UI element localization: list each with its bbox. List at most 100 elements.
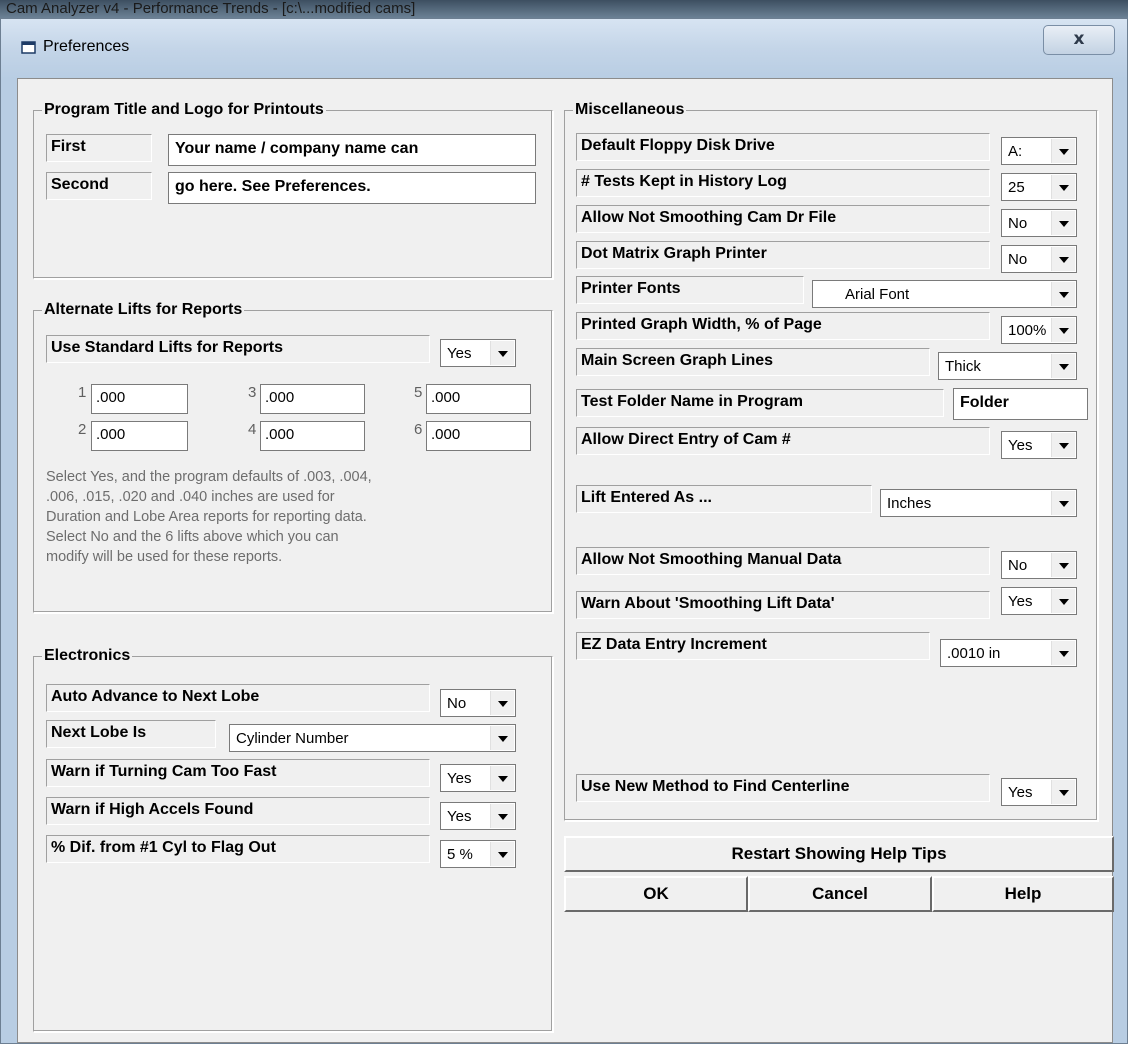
pct-dif-label: % Dif. from #1 Cyl to Flag Out bbox=[46, 835, 430, 863]
second-title-input[interactable]: go here. See Preferences. bbox=[168, 172, 536, 204]
chevron-down-icon[interactable] bbox=[1051, 211, 1075, 235]
chevron-down-icon[interactable] bbox=[1051, 354, 1075, 378]
alternate-lifts-note: Select Yes, and the program defaults of … bbox=[46, 467, 541, 567]
graph-width-label: Printed Graph Width, % of Page bbox=[576, 312, 990, 340]
warn-smoothing-dropdown[interactable]: Yes bbox=[1001, 587, 1077, 615]
chevron-down-icon[interactable] bbox=[490, 691, 514, 715]
chevron-down-icon[interactable] bbox=[1051, 433, 1075, 457]
lift-6-input[interactable]: .000 bbox=[426, 421, 531, 451]
restart-help-tips-button[interactable]: Restart Showing Help Tips bbox=[564, 836, 1114, 872]
centerline-label: Use New Method to Find Centerline bbox=[576, 774, 990, 802]
note-line: Duration and Lobe Area reports for repor… bbox=[46, 509, 367, 525]
pct-dif-dropdown[interactable]: 5 % bbox=[440, 840, 516, 868]
use-standard-lifts-dropdown[interactable]: Yes bbox=[440, 339, 516, 367]
chevron-down-icon[interactable] bbox=[490, 726, 514, 750]
chevron-down-icon[interactable] bbox=[490, 804, 514, 828]
chevron-down-icon[interactable] bbox=[1051, 553, 1075, 577]
lift-6-number: 6 bbox=[414, 421, 423, 438]
chevron-down-icon[interactable] bbox=[1051, 491, 1075, 515]
chevron-down-icon[interactable] bbox=[1051, 589, 1075, 613]
lift-4-input[interactable]: .000 bbox=[260, 421, 365, 451]
lift-1-input[interactable]: .000 bbox=[91, 384, 188, 414]
title-bar[interactable]: Preferences x bbox=[1, 19, 1127, 71]
test-folder-label: Test Folder Name in Program bbox=[576, 389, 944, 417]
lift-5-number: 5 bbox=[414, 384, 423, 401]
lift-5-input[interactable]: .000 bbox=[426, 384, 531, 414]
note-line: .006, .015, .020 and .040 inches are use… bbox=[46, 489, 335, 505]
lift-3-input[interactable]: .000 bbox=[260, 384, 365, 414]
cancel-button[interactable]: Cancel bbox=[748, 876, 932, 912]
warn-turning-value: Yes bbox=[447, 770, 472, 787]
graph-width-dropdown[interactable]: 100% bbox=[1001, 316, 1077, 344]
next-lobe-dropdown[interactable]: Cylinder Number bbox=[229, 724, 516, 752]
chevron-down-icon[interactable] bbox=[490, 766, 514, 790]
ez-increment-value: .0010 in bbox=[947, 645, 1001, 662]
centerline-value: Yes bbox=[1008, 784, 1033, 801]
tests-kept-label: # Tests Kept in History Log bbox=[576, 169, 990, 197]
floppy-dropdown[interactable]: A: bbox=[1001, 137, 1077, 165]
tests-kept-dropdown[interactable]: 25 bbox=[1001, 173, 1077, 201]
note-line: Select Yes, and the program defaults of … bbox=[46, 469, 372, 485]
floppy-label: Default Floppy Disk Drive bbox=[576, 133, 990, 161]
manual-data-dropdown[interactable]: No bbox=[1001, 551, 1077, 579]
chevron-down-icon[interactable] bbox=[1051, 282, 1075, 306]
dialog-client-area: Program Title and Logo for Printouts Fir… bbox=[17, 78, 1114, 1043]
auto-advance-value: No bbox=[447, 695, 467, 712]
ez-increment-dropdown[interactable]: .0010 in bbox=[940, 639, 1077, 667]
warn-smoothing-label: Warn About 'Smoothing Lift Data' bbox=[576, 591, 990, 619]
warn-accels-dropdown[interactable]: Yes bbox=[440, 802, 516, 830]
chevron-down-icon[interactable] bbox=[1051, 139, 1075, 163]
chevron-down-icon[interactable] bbox=[1051, 318, 1075, 342]
auto-advance-label: Auto Advance to Next Lobe bbox=[46, 684, 430, 712]
alternate-lifts-legend: Alternate Lifts for Reports bbox=[44, 301, 243, 318]
auto-advance-dropdown[interactable]: No bbox=[440, 689, 516, 717]
allow-not-smoothing-label: Allow Not Smoothing Cam Dr File bbox=[576, 205, 990, 233]
lift-entered-dropdown[interactable]: Inches bbox=[880, 489, 1077, 517]
direct-entry-dropdown[interactable]: Yes bbox=[1001, 431, 1077, 459]
warn-turning-label: Warn if Turning Cam Too Fast bbox=[46, 759, 430, 787]
allow-not-smoothing-value: No bbox=[1008, 215, 1028, 232]
second-label: Second bbox=[46, 172, 152, 200]
app-icon bbox=[21, 41, 36, 54]
electronics-legend: Electronics bbox=[44, 647, 131, 664]
tests-kept-value: 25 bbox=[1008, 179, 1025, 196]
chevron-down-icon[interactable] bbox=[1051, 175, 1075, 199]
help-button[interactable]: Help bbox=[932, 876, 1114, 912]
printer-fonts-value: Arial Font bbox=[845, 286, 910, 303]
lift-2-number: 2 bbox=[78, 421, 87, 438]
allow-not-smoothing-dropdown[interactable]: No bbox=[1001, 209, 1077, 237]
ok-button[interactable]: OK bbox=[564, 876, 748, 912]
note-line: modify will be used for these reports. bbox=[46, 549, 283, 565]
floppy-value: A: bbox=[1008, 143, 1023, 160]
graph-lines-dropdown[interactable]: Thick bbox=[938, 352, 1077, 380]
test-folder-input[interactable]: Folder bbox=[953, 388, 1088, 420]
preferences-dialog: Preferences x Program Title and Logo for… bbox=[0, 18, 1128, 1044]
graph-lines-label: Main Screen Graph Lines bbox=[576, 348, 930, 376]
warn-accels-label: Warn if High Accels Found bbox=[46, 797, 430, 825]
manual-data-value: No bbox=[1008, 557, 1028, 574]
background-window-title: Cam Analyzer v4 - Performance Trends - [… bbox=[6, 0, 416, 17]
lift-1-number: 1 bbox=[78, 384, 87, 401]
first-title-input[interactable]: Your name / company name can bbox=[168, 134, 536, 166]
chevron-down-icon[interactable] bbox=[490, 341, 514, 365]
warn-turning-dropdown[interactable]: Yes bbox=[440, 764, 516, 792]
printer-fonts-dropdown[interactable]: Arial Font bbox=[812, 280, 1077, 308]
lift-entered-value: Inches bbox=[887, 495, 932, 512]
pct-dif-value: 5 % bbox=[447, 846, 473, 863]
use-standard-lifts-label: Use Standard Lifts for Reports bbox=[46, 335, 430, 363]
printer-fonts-label: Printer Fonts bbox=[576, 276, 804, 304]
dot-matrix-dropdown[interactable]: No bbox=[1001, 245, 1077, 273]
chevron-down-icon[interactable] bbox=[1051, 641, 1075, 665]
window-title: Preferences bbox=[43, 38, 130, 55]
direct-entry-value: Yes bbox=[1008, 437, 1033, 454]
manual-data-label: Allow Not Smoothing Manual Data bbox=[576, 547, 990, 575]
chevron-down-icon[interactable] bbox=[490, 842, 514, 866]
chevron-down-icon[interactable] bbox=[1051, 780, 1075, 804]
close-button[interactable]: x bbox=[1043, 25, 1115, 55]
lift-2-input[interactable]: .000 bbox=[91, 421, 188, 451]
dot-matrix-value: No bbox=[1008, 251, 1028, 268]
centerline-dropdown[interactable]: Yes bbox=[1001, 778, 1077, 806]
warn-smoothing-value: Yes bbox=[1008, 593, 1033, 610]
ez-increment-label: EZ Data Entry Increment bbox=[576, 632, 930, 660]
chevron-down-icon[interactable] bbox=[1051, 247, 1075, 271]
